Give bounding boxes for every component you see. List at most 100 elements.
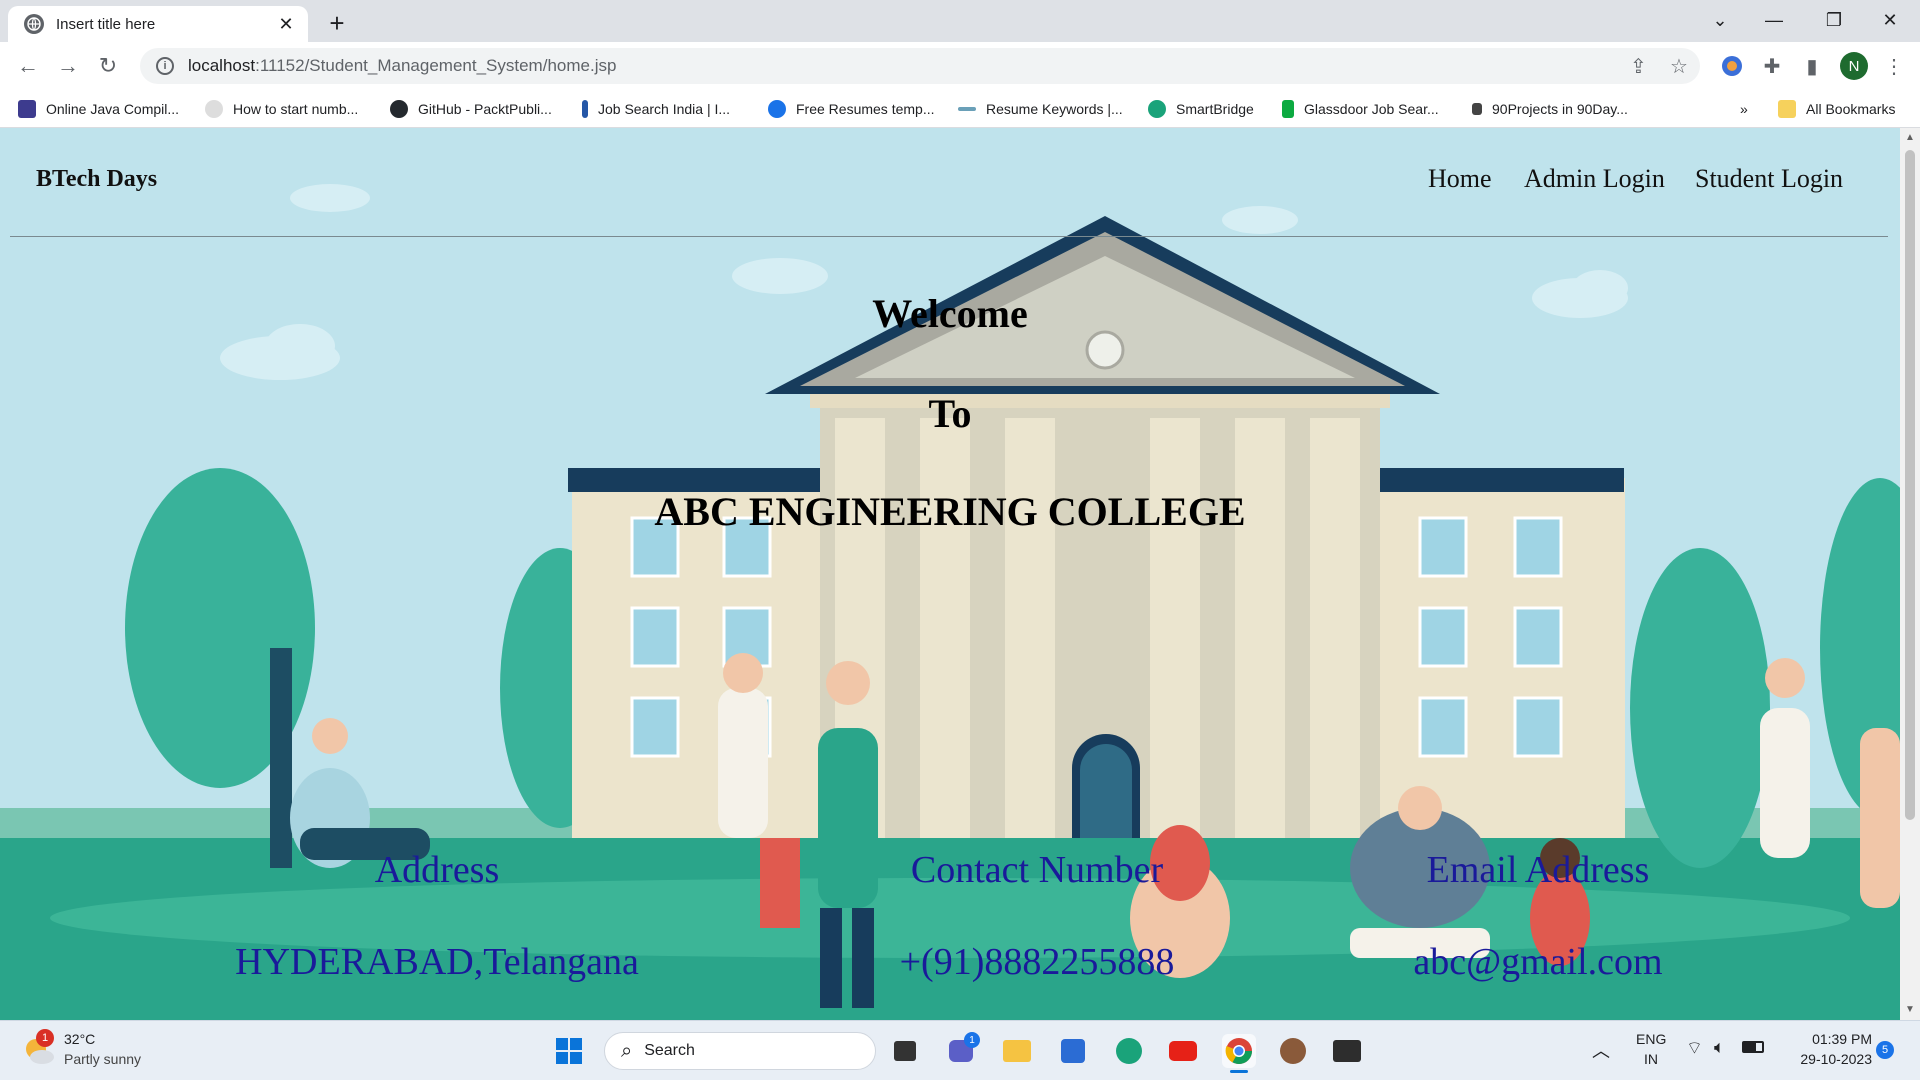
new-tab-button[interactable]: + xyxy=(322,8,352,39)
clock-time[interactable]: 01:39 PM xyxy=(1792,1031,1872,1047)
site-brand[interactable]: BTech Days xyxy=(36,166,157,193)
notification-badge[interactable]: 5 xyxy=(1876,1041,1894,1059)
weather-badge: 1 xyxy=(36,1029,54,1047)
share-icon[interactable]: ⇪ xyxy=(1630,54,1647,79)
active-app-indicator xyxy=(1230,1070,1248,1073)
tab-search-icon[interactable]: ⌄ xyxy=(1690,0,1750,40)
terminal-icon[interactable] xyxy=(1330,1034,1364,1068)
bookmark-item[interactable]: How to start numb... xyxy=(205,98,358,120)
url-text[interactable]: localhost:11152/Student_Management_Syste… xyxy=(188,56,616,76)
windows-taskbar: 1 32°C Partly sunny ⌕ Search 1 ︿ ENG IN … xyxy=(0,1020,1920,1080)
bookmark-item[interactable]: Job Search India | I... xyxy=(582,98,730,120)
bookmark-label: Glassdoor Job Sear... xyxy=(1304,101,1439,117)
to-heading: To xyxy=(928,391,972,436)
tab-title: Insert title here xyxy=(56,15,156,33)
bookmark-label: Job Search India | I... xyxy=(598,101,731,117)
bookmark-label: GitHub - PacktPubli... xyxy=(418,101,552,117)
folder-icon xyxy=(1778,100,1796,118)
search-icon: ⌕ xyxy=(621,1039,633,1062)
game-app-icon[interactable] xyxy=(1276,1034,1310,1068)
browser-toolbar: ← → ↻ i localhost:11152/Student_Manageme… xyxy=(0,42,1920,90)
page-scrollbar[interactable]: ▲ ▼ xyxy=(1900,128,1920,1020)
show-hidden-icons-chevron-icon[interactable]: ︿ xyxy=(1592,1037,1610,1063)
all-bookmarks-button[interactable]: All Bookmarks xyxy=(1778,98,1895,120)
wifi-icon[interactable]: ⌔ xyxy=(1686,1037,1703,1060)
bookmark-star-icon[interactable]: ☆ xyxy=(1670,54,1688,79)
nav-admin-login-link[interactable]: Admin Login xyxy=(1524,164,1665,194)
edge-browser-icon[interactable] xyxy=(1112,1034,1146,1068)
region-code[interactable]: IN xyxy=(1636,1051,1666,1067)
email-label: Email Address xyxy=(1426,849,1650,891)
page-viewport: BTech Days Home Admin Login Student Logi… xyxy=(0,128,1900,1020)
bookmark-favicon-icon xyxy=(1148,100,1166,118)
file-explorer-icon[interactable] xyxy=(1000,1034,1034,1068)
search-label: Search xyxy=(644,1042,695,1059)
bookmark-favicon-icon xyxy=(18,100,36,118)
minimize-button[interactable]: — xyxy=(1744,0,1804,40)
bookmark-item[interactable]: SmartBridge xyxy=(1148,98,1254,120)
profile-avatar[interactable]: N xyxy=(1840,52,1868,80)
url-host: localhost xyxy=(188,56,256,75)
chrome-browser-icon[interactable] xyxy=(1222,1034,1256,1073)
clock-date[interactable]: 29-10-2023 xyxy=(1782,1051,1872,1067)
tab-strip: Insert title here ✕ + ⌄ — ❐ ✕ xyxy=(0,0,1920,42)
taskbar-search[interactable]: ⌕ Search xyxy=(604,1032,876,1070)
windows-logo-icon xyxy=(556,1038,582,1064)
restore-button[interactable]: ❐ xyxy=(1804,0,1864,40)
bookmark-favicon-icon xyxy=(768,100,786,118)
nav-student-login-link[interactable]: Student Login xyxy=(1695,164,1843,194)
glassdoor-icon xyxy=(1282,100,1294,118)
volume-icon[interactable]: 🔈︎ xyxy=(1714,1037,1725,1058)
bookmark-item[interactable]: Online Java Compil... xyxy=(18,98,179,120)
close-tab-icon[interactable]: ✕ xyxy=(274,14,298,35)
side-panel-icon[interactable]: ▮ xyxy=(1798,52,1826,80)
more-bookmarks-button[interactable]: » xyxy=(1740,98,1748,120)
bookmark-label: How to start numb... xyxy=(233,101,359,117)
scroll-down-arrow-icon[interactable]: ▼ xyxy=(1905,1004,1915,1015)
bookmark-label: SmartBridge xyxy=(1176,101,1254,117)
bookmark-item[interactable]: Resume Keywords |... xyxy=(958,98,1123,120)
address-bar[interactable]: i localhost:11152/Student_Management_Sys… xyxy=(140,48,1700,84)
welcome-heading: Welcome xyxy=(872,291,1028,336)
bookmark-favicon-icon xyxy=(1472,103,1482,115)
microsoft-store-icon[interactable] xyxy=(1056,1034,1090,1068)
nav-home-link[interactable]: Home xyxy=(1428,164,1492,194)
menu-icon[interactable]: ⋮ xyxy=(1880,52,1908,80)
bookmark-item[interactable]: GitHub - PacktPubli... xyxy=(390,98,552,120)
battery-icon[interactable] xyxy=(1742,1041,1764,1053)
bookmark-item[interactable]: 90Projects in 90Day... xyxy=(1472,98,1628,120)
task-view-icon[interactable] xyxy=(888,1034,922,1068)
start-button[interactable] xyxy=(552,1034,586,1068)
bookmark-item[interactable]: Glassdoor Job Sear... xyxy=(1282,98,1439,120)
all-bookmarks-label: All Bookmarks xyxy=(1806,101,1896,117)
bookmarks-bar: Online Java Compil... How to start numb.… xyxy=(0,90,1920,128)
scroll-up-arrow-icon[interactable]: ▲ xyxy=(1905,132,1915,143)
forward-button[interactable]: → xyxy=(52,52,84,80)
language-code[interactable]: ENG xyxy=(1636,1031,1666,1047)
bookmark-label: Online Java Compil... xyxy=(46,101,180,117)
bookmark-label: 90Projects in 90Day... xyxy=(1492,101,1628,117)
bookmark-item[interactable]: Free Resumes temp... xyxy=(768,98,935,120)
weather-desc[interactable]: Partly sunny xyxy=(64,1051,141,1067)
browser-chrome: Insert title here ✕ + ⌄ — ❐ ✕ ← → ↻ i lo… xyxy=(0,0,1920,128)
weather-widget[interactable]: 1 xyxy=(22,1029,56,1067)
contact-value: +(91)8882255888 xyxy=(899,941,1175,983)
close-window-button[interactable]: ✕ xyxy=(1860,0,1920,40)
bookmark-label: Resume Keywords |... xyxy=(986,101,1123,117)
github-icon xyxy=(390,100,408,118)
puzzle-icon[interactable]: ✚ xyxy=(1758,52,1786,80)
weather-temp[interactable]: 32°C xyxy=(64,1031,95,1047)
teams-chat-icon[interactable]: 1 xyxy=(944,1032,980,1068)
site-navbar: BTech Days Home Admin Login Student Logi… xyxy=(0,128,1900,236)
bookmark-favicon-icon xyxy=(958,107,976,111)
site-info-icon[interactable]: i xyxy=(156,57,174,75)
youtube-icon[interactable] xyxy=(1166,1034,1200,1068)
url-path: :11152/Student_Management_System/home.js… xyxy=(255,56,617,75)
nav-divider xyxy=(10,236,1888,237)
extension-icon[interactable] xyxy=(1718,52,1746,80)
scrollbar-thumb[interactable] xyxy=(1905,150,1915,820)
reload-button[interactable]: ↻ xyxy=(92,52,124,80)
back-button[interactable]: ← xyxy=(12,52,44,80)
contact-label: Contact Number xyxy=(910,849,1164,891)
browser-tab[interactable]: Insert title here ✕ xyxy=(8,6,308,42)
